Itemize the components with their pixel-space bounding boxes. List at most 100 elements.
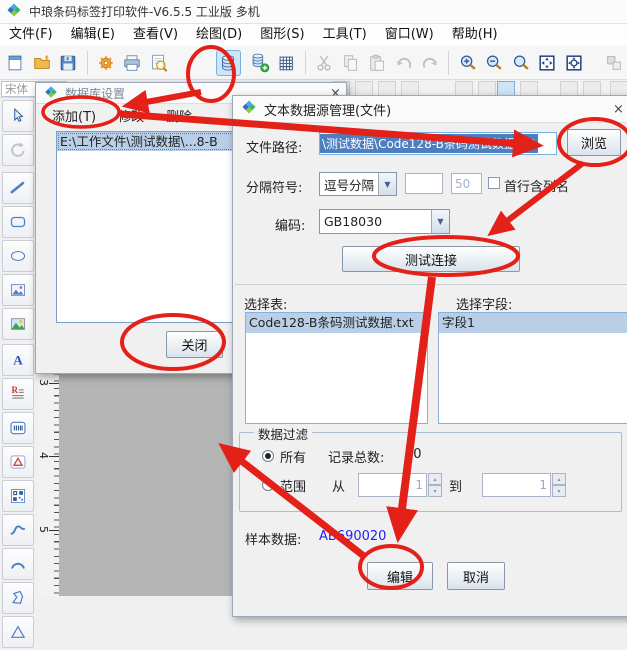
text-datasource-titlebar[interactable]: 文本数据源管理(文件) [233,96,627,123]
format-toolbar-button[interactable] [497,81,515,96]
save-button[interactable] [56,50,81,76]
range-from-value[interactable]: 1 [358,473,427,497]
zoom-page-button[interactable] [508,50,533,76]
field-list[interactable]: 字段1 [438,312,627,424]
toolbar-separator [87,51,88,75]
spin-up-icon[interactable]: ▴ [552,473,566,485]
cut-button[interactable] [312,50,337,76]
zoom-out-button[interactable] [482,50,507,76]
menu-help[interactable]: 帮助(H) [443,24,507,46]
picture-tool-button[interactable] [2,308,34,340]
custom-separator-input[interactable] [405,173,443,194]
fit-page-button[interactable] [535,50,560,76]
spin-down-icon[interactable]: ▾ [552,485,566,497]
print-button[interactable] [120,50,145,76]
chevron-down-icon[interactable]: ▼ [431,210,449,233]
sample-data-value: AB690020 [319,529,386,544]
cancel-button[interactable]: 取消 [447,562,505,590]
menu-view[interactable]: 查看(V) [124,24,187,46]
polygon-tool-button[interactable] [2,582,34,614]
redo-icon [420,53,440,73]
rounded-rect-tool-icon [9,213,27,231]
menu-delete[interactable]: 删除 [166,106,192,125]
table-list[interactable]: Code128-B条码测试数据.txt [245,312,428,424]
test-connection-button[interactable]: 测试连接 [342,246,520,272]
rounded-rect-tool-button[interactable] [2,206,34,238]
encoding-combo[interactable]: GB18030 ▼ [319,209,450,234]
rotate-tool-button[interactable] [2,134,34,166]
format-toolbar-button[interactable] [478,81,496,96]
settings-button[interactable] [94,50,119,76]
database-button[interactable] [216,50,241,76]
chevron-down-icon[interactable]: ▼ [378,173,396,195]
app-logo-icon [241,99,257,115]
format-toolbar-button[interactable] [610,81,627,96]
paste-button[interactable] [365,50,390,76]
menu-draw[interactable]: 绘图(D) [187,24,251,46]
undo-button[interactable] [391,50,416,76]
copy-button[interactable] [338,50,363,76]
range-to-value[interactable]: 1 [482,473,551,497]
spin-up-icon[interactable]: ▴ [428,473,442,485]
browse-button[interactable]: 浏览 [567,129,621,156]
format-toolbar-button[interactable] [520,81,538,96]
curve-tool-button[interactable] [2,514,34,546]
format-toolbar-button[interactable] [401,81,419,96]
menu-shape[interactable]: 图形(S) [251,24,313,46]
grid-button[interactable] [274,50,299,76]
grid-icon [276,53,296,73]
open-file-button[interactable] [30,50,55,76]
menu-add[interactable]: 添加(T) [52,106,96,125]
format-toolbar-button[interactable] [455,81,473,96]
text-datasource-dialog: 文本数据源管理(文件) × 文件路径: \测试数据\Code128-B条码测试数… [232,95,627,617]
close-button[interactable]: 关闭 [166,331,223,358]
close-icon[interactable]: × [611,102,626,117]
spinner-buttons[interactable]: ▴▾ [428,473,442,497]
ellipse-tool-button[interactable] [2,240,34,272]
print-preview-button[interactable] [147,50,172,76]
line-tool-button[interactable] [2,172,34,204]
edit-button[interactable]: 编辑 [367,562,433,590]
format-toolbar-button[interactable] [378,81,396,96]
fit-screen-button[interactable] [562,50,587,76]
undo-icon [394,53,414,73]
select-tool-button[interactable] [2,100,34,132]
group-button[interactable] [601,50,626,76]
open-file-icon [32,53,52,73]
arc-tool-button[interactable] [2,548,34,580]
rich-text-tool-button[interactable]: R [2,378,34,410]
database-add-button[interactable] [248,50,273,76]
data-filter-title: 数据过滤 [254,424,312,443]
menu-file[interactable]: 文件(F) [0,24,62,46]
triangle-tool-button[interactable] [2,616,34,648]
menu-tools[interactable]: 工具(T) [314,24,376,46]
menu-window[interactable]: 窗口(W) [376,24,443,46]
filter-all-radio[interactable] [262,450,274,462]
barcode-tool-button[interactable] [2,412,34,444]
file-path-input[interactable]: \测试数据\Code128-B条码测试数据.txt [319,132,557,155]
char-count-input: 50 [451,173,482,194]
range-to-spinner[interactable]: 1 ▴▾ [482,473,566,497]
shape-tool-button[interactable] [2,446,34,478]
format-toolbar-button[interactable] [355,81,373,96]
spinner-buttons[interactable]: ▴▾ [552,473,566,497]
first-row-checkbox[interactable] [488,177,500,189]
menu-edit[interactable]: 编辑(E) [62,24,124,46]
text-tool-button[interactable]: A [2,344,34,376]
spin-down-icon[interactable]: ▾ [428,485,442,497]
format-toolbar-button[interactable] [583,81,601,96]
range-from-spinner[interactable]: 1 ▴▾ [358,473,442,497]
format-toolbar-button[interactable] [560,81,578,96]
filter-range-radio[interactable] [262,479,274,491]
qrcode-tool-button[interactable] [2,480,34,512]
separator-combo[interactable]: 逗号分隔 ▼ [319,172,397,196]
redo-button[interactable] [418,50,443,76]
qrcode-tool-icon [9,487,27,505]
menu-modify[interactable]: 修改 [118,106,144,125]
field-list-item[interactable]: 字段1 [439,313,627,333]
zoom-page-icon [511,53,531,73]
table-list-item[interactable]: Code128-B条码测试数据.txt [246,313,427,333]
image-tool-button[interactable] [2,274,34,306]
new-document-button[interactable] [3,50,28,76]
zoom-in-button[interactable] [455,50,480,76]
